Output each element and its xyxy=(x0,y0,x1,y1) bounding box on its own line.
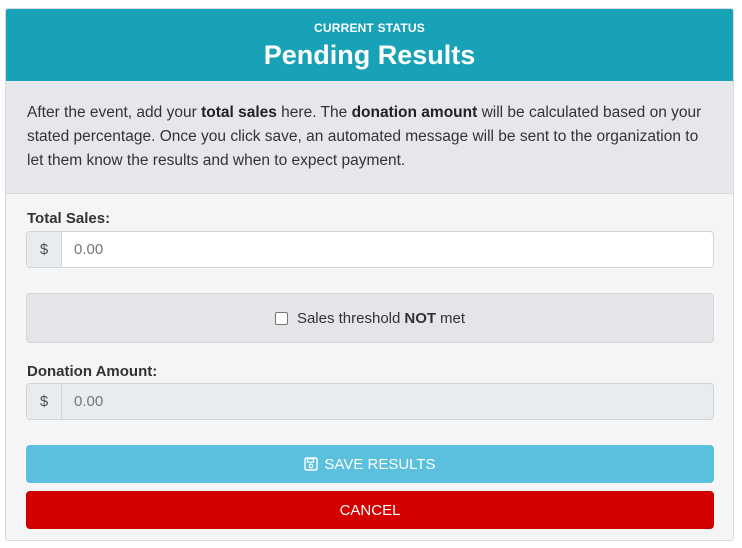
total-sales-input-group: $ xyxy=(26,231,714,268)
save-results-label: SAVE RESULTS xyxy=(324,455,436,473)
threshold-checkbox[interactable] xyxy=(274,311,288,325)
donation-currency-addon: $ xyxy=(27,384,62,419)
instructions-text: After the event, add your total sales he… xyxy=(6,81,733,194)
threshold-label-after: met xyxy=(440,309,466,327)
total-sales-input[interactable] xyxy=(62,232,713,267)
status-header: CURRENT STATUS Pending Results xyxy=(6,9,733,81)
cancel-button[interactable]: CANCEL xyxy=(26,491,714,529)
cancel-label: CANCEL xyxy=(339,501,401,519)
donation-amount-input-group: $ xyxy=(26,383,714,420)
save-results-button[interactable]: SAVE RESULTS xyxy=(26,445,714,483)
intro-text-2: here. The xyxy=(276,104,352,121)
total-sales-label: Total Sales: xyxy=(27,210,111,227)
intro-bold-total-sales: total sales xyxy=(201,104,277,121)
pending-results-card: CURRENT STATUS Pending Results After the… xyxy=(5,8,734,541)
donation-amount-input xyxy=(62,384,713,419)
total-sales-currency-addon: $ xyxy=(27,232,62,267)
donation-amount-label: Donation Amount: xyxy=(27,363,158,380)
intro-text-1: After the event, add your xyxy=(27,104,202,121)
threshold-checkbox-container[interactable]: Sales threshold NOT met xyxy=(26,293,714,343)
intro-bold-donation-amount: donation amount xyxy=(351,104,478,121)
threshold-label-before: Sales threshold xyxy=(296,309,401,327)
page-title: Pending Results xyxy=(263,40,476,70)
floppy-disk-icon xyxy=(304,457,319,471)
status-subtitle: CURRENT STATUS xyxy=(313,21,426,35)
threshold-label-bold: NOT xyxy=(404,309,437,327)
